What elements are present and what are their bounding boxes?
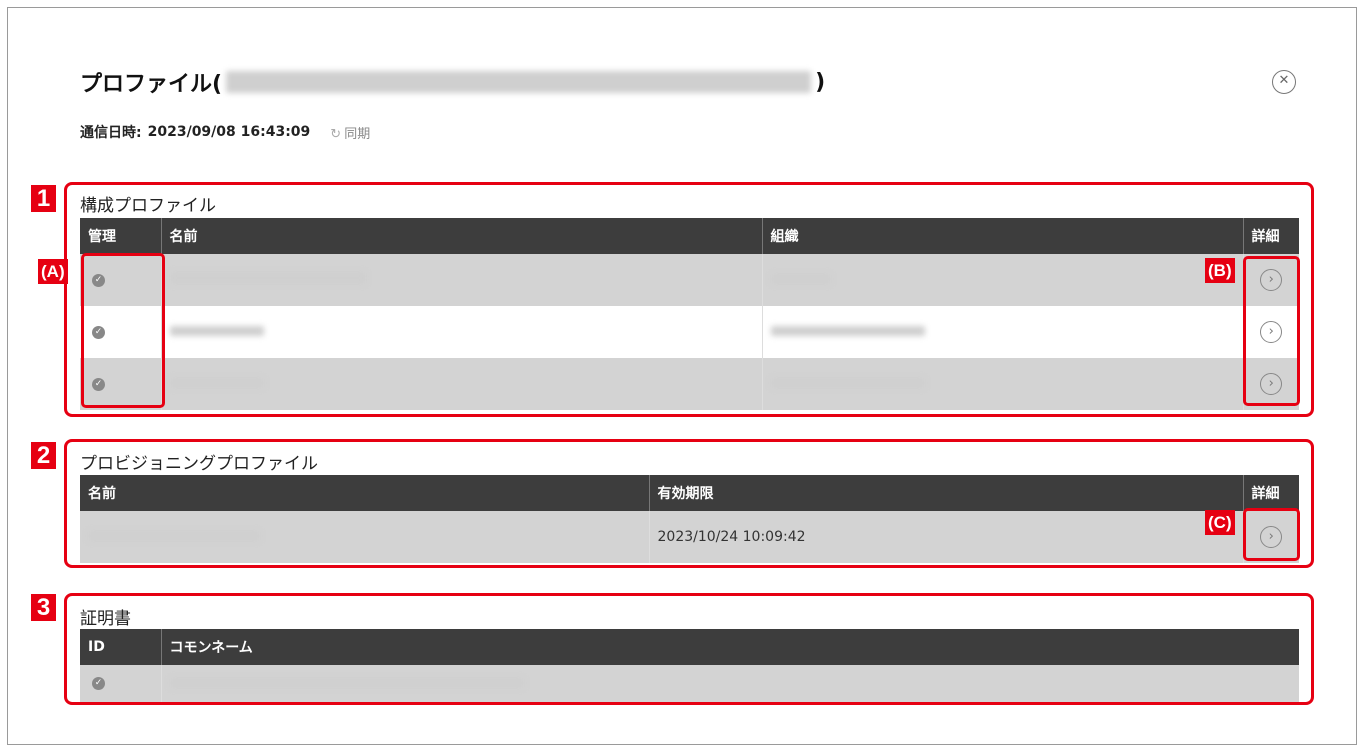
redacted-org	[770, 326, 925, 336]
table-row[interactable]: ✓ ›	[80, 254, 1299, 306]
col-manage: 管理	[80, 218, 161, 254]
annotation-b-label: (B)	[1205, 258, 1235, 283]
page-title: プロファイル( )	[80, 66, 825, 98]
name-cell	[80, 511, 649, 563]
name-cell	[160, 306, 762, 358]
table-row[interactable]: ✓ ›	[80, 358, 1299, 410]
config-profile-label: 構成プロファイル	[80, 196, 216, 216]
table-header: 管理 名前 組織 詳細	[80, 218, 1299, 254]
title-prefix: プロファイル(	[80, 72, 223, 97]
org-cell	[761, 306, 1243, 358]
section-number-3: 3	[31, 594, 56, 621]
comm-datetime: 2023/09/08 16:43:09	[147, 124, 311, 140]
redacted-name	[88, 531, 260, 541]
redacted-org	[770, 274, 831, 284]
annotation-box-c	[1243, 508, 1300, 561]
annotation-box-a	[81, 253, 165, 408]
section-number-1: 1	[31, 185, 56, 212]
table-row[interactable]: ✓ ›	[80, 306, 1299, 358]
certificate-table: ID コモンネーム ✓	[80, 629, 1299, 702]
refresh-icon: ↻	[330, 126, 342, 142]
certificate-label: 証明書	[80, 609, 131, 629]
redacted-name	[169, 272, 366, 284]
sync-label: 同期	[344, 126, 371, 142]
name-cell	[160, 254, 762, 306]
redacted-org	[770, 378, 925, 388]
col-id: ID	[80, 629, 161, 665]
common-name-cell	[160, 665, 1299, 702]
provisioning-profile-label: プロビジョニングプロファイル	[80, 454, 318, 474]
sync-button[interactable]: ↻ 同期	[330, 123, 370, 142]
annotation-c-label: (C)	[1205, 510, 1235, 535]
col-name: 名前	[80, 475, 649, 511]
org-cell	[761, 254, 1243, 306]
org-cell	[761, 358, 1243, 410]
id-cell: ✓	[80, 665, 161, 702]
col-common-name: コモンネーム	[160, 629, 1299, 665]
col-expiry: 有効期限	[648, 475, 1243, 511]
check-circle-icon: ✓	[92, 677, 105, 690]
device-name-redacted	[226, 71, 812, 93]
close-icon[interactable]: ✕	[1272, 70, 1296, 94]
title-suffix: )	[815, 69, 826, 95]
col-detail: 詳細	[1242, 475, 1299, 511]
table-header: ID コモンネーム	[80, 629, 1299, 665]
redacted-name	[169, 326, 264, 336]
col-name: 名前	[160, 218, 762, 254]
config-profile-table: 管理 名前 組織 詳細 ✓ › ✓ › ✓ ›	[80, 218, 1299, 410]
col-org: 組織	[761, 218, 1243, 254]
redacted-common-name	[169, 677, 524, 688]
col-detail: 詳細	[1242, 218, 1299, 254]
table-row[interactable]: 2023/10/24 10:09:42 ›	[80, 511, 1299, 563]
table-header: 名前 有効期限 詳細	[80, 475, 1299, 511]
name-cell	[160, 358, 762, 410]
provisioning-profile-table: 名前 有効期限 詳細 2023/10/24 10:09:42 ›	[80, 475, 1299, 563]
comm-label: 通信日時:	[80, 125, 142, 141]
annotation-box-b	[1243, 256, 1300, 406]
annotation-a-label: (A)	[38, 259, 68, 284]
communication-info: 通信日時: 2023/09/08 16:43:09 ↻ 同期	[80, 122, 370, 142]
section-number-2: 2	[31, 442, 56, 469]
table-row[interactable]: ✓	[80, 665, 1299, 702]
expiry-cell: 2023/10/24 10:09:42	[648, 511, 1243, 563]
redacted-name	[169, 378, 264, 388]
